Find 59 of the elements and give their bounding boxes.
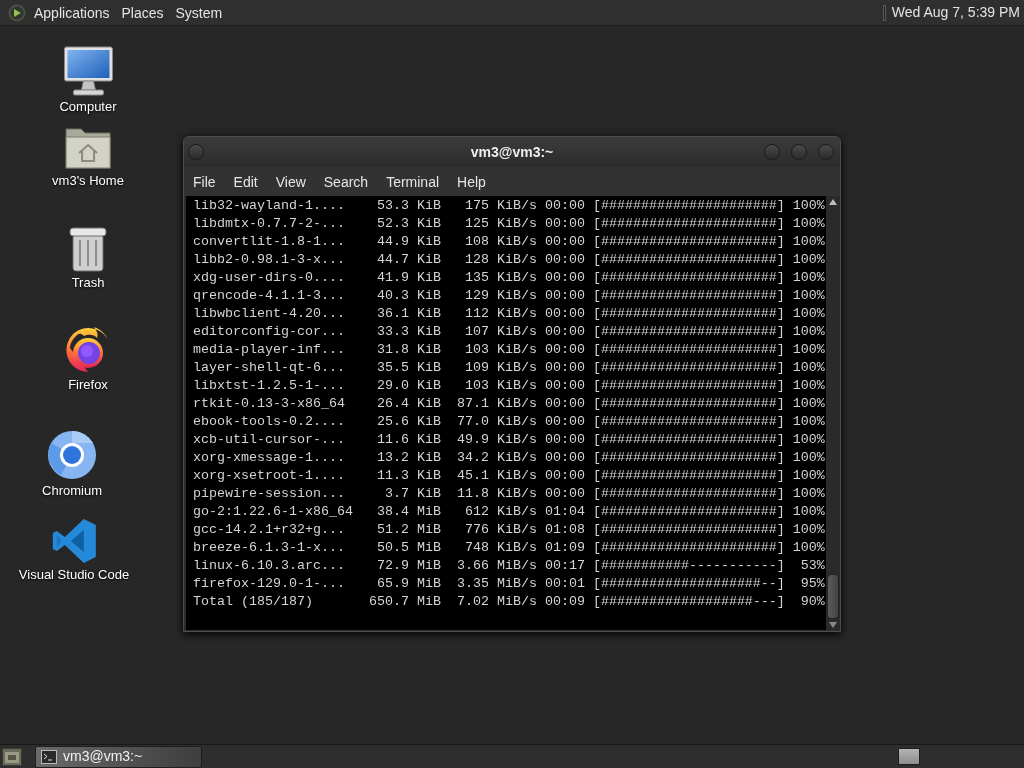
terminal-line: xorg-xsetroot-1.... 11.3 KiB 45.1 KiB/s 00:00 [######################] 100% [193, 467, 825, 485]
terminal-line: xorg-xmessage-1.... 13.2 KiB 34.2 KiB/s 00:00 [######################] 100% [193, 449, 825, 467]
scrollbar[interactable] [826, 196, 840, 630]
home-folder-icon [65, 126, 111, 170]
menu-item[interactable]: Search [314, 171, 378, 192]
terminal-line: firefox-129.0-1-... 65.9 MiB 3.35 MiB/s 00:01 [####################--] 95% [193, 575, 825, 593]
panel-menu[interactable]: System [169, 2, 229, 23]
terminal-line: qrencode-4.1.1-3... 40.3 KiB 129 KiB/s 00:00 [######################] 100% [193, 287, 825, 305]
menu-item[interactable]: Terminal [377, 171, 449, 192]
terminal-line: libwbclient-4.20... 36.1 KiB 112 KiB/s 00:00 [######################] 100% [193, 305, 825, 323]
desktop-shortcut[interactable]: vm3's Home [52, 126, 124, 189]
workspace-switcher[interactable] [898, 748, 920, 765]
menu-item[interactable]: Help [448, 171, 495, 192]
terminal-line: gcc-14.2.1+r32+g... 51.2 MiB 776 KiB/s 01:08 [######################] 100% [193, 521, 825, 539]
terminal-line: lib32-wayland-1.... 53.3 KiB 175 KiB/s 00:00 [######################] 100% [193, 197, 825, 215]
menu-item[interactable]: Edit [224, 171, 267, 192]
terminal-line: xdg-user-dirs-0.... 41.9 KiB 135 KiB/s 00:00 [######################] 100% [193, 269, 825, 287]
desktop-shortcut[interactable]: Visual Studio Code [18, 518, 130, 583]
scroll-down-arrow-icon[interactable] [829, 622, 837, 628]
terminal-line: media-player-inf... 31.8 KiB 103 KiB/s 00:00 [######################] 100% [193, 341, 825, 359]
terminal-line: editorconfig-cor... 33.3 KiB 107 KiB/s 00:00 [######################] 100% [193, 323, 825, 341]
terminal-line: libxtst-1.2.5-1-... 29.0 KiB 103 KiB/s 00:00 [######################] 100% [193, 377, 825, 395]
terminal-line: linux-6.10.3.arc... 72.9 MiB 3.66 MiB/s 00:17 [###########-----------] 53% [193, 557, 825, 575]
terminal-line: rtkit-0.13-3-x86_64 26.4 KiB 87.1 KiB/s 00:00 [######################] 100% [193, 395, 825, 413]
vscode-logo-icon [51, 518, 97, 564]
trash-can-icon [68, 226, 108, 272]
chromium-logo-icon [47, 430, 97, 480]
monitor-icon [63, 46, 113, 96]
menu-item[interactable]: View [266, 171, 315, 192]
terminal-line: breeze-6.1.3-1-x... 50.5 MiB 748 KiB/s 01:09 [######################] 100% [193, 539, 825, 557]
logo-icon[interactable] [8, 3, 26, 22]
terminal-line: xcb-util-cursor-... 11.6 KiB 49.9 KiB/s 00:00 [######################] 100% [193, 431, 825, 449]
show-desktop-icon[interactable] [2, 747, 22, 766]
desktop-shortcut[interactable]: Computer [59, 46, 117, 115]
terminal-line: libb2-0.98.1-3-x... 44.7 KiB 128 KiB/s 00:00 [######################] 100% [193, 251, 825, 269]
window-control-button[interactable] [791, 144, 807, 160]
desktop-shortcut[interactable]: Chromium [42, 430, 102, 499]
terminal-line: go-2:1.22.6-1-x86_64 38.4 MiB 612 KiB/s 01:04 [######################] 100% [193, 503, 825, 521]
scroll-up-arrow-icon[interactable] [829, 199, 837, 205]
taskbar-button[interactable]: vm3@vm3:~ [35, 745, 202, 768]
window-control-button[interactable] [818, 144, 834, 160]
menu-item[interactable]: File [184, 171, 225, 192]
scrollbar-thumb[interactable] [827, 574, 839, 619]
desktop-shortcut[interactable]: Trash [68, 226, 108, 291]
window-control-button[interactable] [764, 144, 780, 160]
window-title: vm3@vm3:~ [470, 142, 554, 162]
terminal-line: ebook-tools-0.2.... 25.6 KiB 77.0 KiB/s 00:00 [######################] 100% [193, 413, 825, 431]
terminal-line: convertlit-1.8-1... 44.9 KiB 108 KiB/s 00:00 [######################] 100% [193, 233, 825, 251]
terminal-icon [41, 749, 57, 764]
grip-icon [882, 4, 886, 21]
terminal-line: Total (185/187) 650.7 MiB 7.02 MiB/s 00:09 [###################---] 90% [193, 593, 825, 611]
window-menu-button[interactable] [188, 144, 204, 160]
clock[interactable]: Wed Aug 7, 5:39 PM [891, 2, 1024, 23]
panel-menu[interactable]: Applications [28, 2, 116, 23]
panel-menu[interactable]: Places [115, 2, 170, 23]
terminal-line: pipewire-session... 3.7 KiB 11.8 KiB/s 00:00 [######################] 100% [193, 485, 825, 503]
desktop-shortcut[interactable]: Firefox [64, 326, 112, 393]
terminal-line: layer-shell-qt-6... 35.5 KiB 109 KiB/s 00:00 [######################] 100% [193, 359, 825, 377]
terminal-line: libdmtx-0.7.7-2-... 52.3 KiB 125 KiB/s 00:00 [######################] 100% [193, 215, 825, 233]
